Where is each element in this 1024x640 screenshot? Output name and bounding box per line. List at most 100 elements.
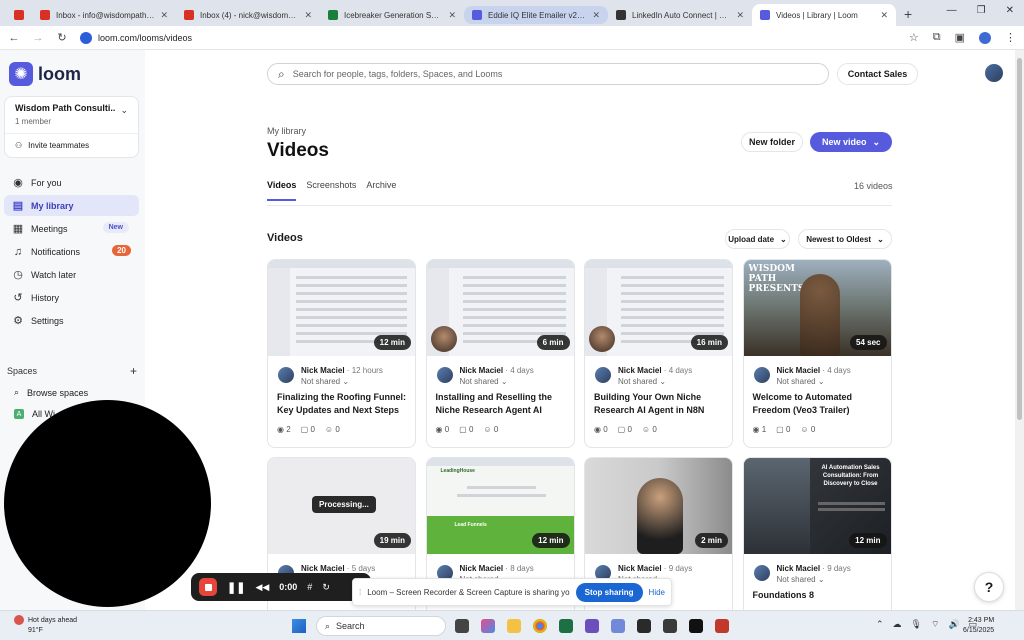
- stop-recording-button[interactable]: [199, 578, 217, 596]
- minimize-icon[interactable]: —: [947, 5, 957, 16]
- sidebar-item-my-library[interactable]: ▤ My library: [4, 195, 139, 216]
- capcut-icon[interactable]: [689, 619, 703, 633]
- wifi-icon[interactable]: ⌔: [931, 619, 939, 630]
- extensions-icon[interactable]: ⧉: [933, 31, 941, 44]
- drag-handle-icon[interactable]: ⁞: [359, 588, 361, 597]
- share-status[interactable]: Not shared ⌄: [460, 377, 508, 386]
- cloud-icon[interactable]: ☁: [893, 619, 902, 630]
- workspace-switcher[interactable]: Wisdom Path Consulti... 1 member ⌄ ⚇ Inv…: [4, 96, 139, 158]
- restart-icon[interactable]: ↻: [322, 582, 330, 593]
- share-status[interactable]: Not shared ⌄: [777, 575, 825, 584]
- hide-link[interactable]: Hide: [649, 588, 665, 597]
- browser-tab[interactable]: LinkedIn Auto Connect | Phant ✕: [608, 4, 752, 26]
- slack-icon[interactable]: [585, 619, 599, 633]
- volume-icon[interactable]: 🔊: [948, 619, 959, 630]
- bookmark-star-icon[interactable]: ☆: [909, 31, 919, 44]
- video-thumbnail[interactable]: AI Automation Sales Consultation: From D…: [743, 458, 891, 554]
- video-card[interactable]: AI Automation Sales Consultation: From D…: [742, 457, 892, 610]
- sort-field-dropdown[interactable]: Upload date ⌄: [725, 229, 790, 249]
- browser-tab[interactable]: Eddie IQ Elite Emailer v2.0 | ✕: [464, 6, 608, 24]
- weather-widget[interactable]: Hot days ahead 91°F: [14, 615, 77, 636]
- clock[interactable]: 2:43 PM 6/15/2025: [963, 616, 994, 636]
- page-scrollbar[interactable]: [1015, 50, 1024, 610]
- browser-tab[interactable]: Videos | Library | Loom ✕: [752, 4, 896, 26]
- search-input[interactable]: ⌕ Search for people, tags, folders, Spac…: [267, 63, 829, 85]
- browser-tab[interactable]: Inbox (4) - nick@wisdompathc ✕: [176, 4, 320, 26]
- browser-profile-icon[interactable]: [979, 31, 991, 44]
- close-tab-icon[interactable]: ✕: [448, 10, 456, 21]
- maximize-icon[interactable]: ❐: [977, 5, 986, 16]
- contact-sales-button[interactable]: Contact Sales: [837, 63, 918, 85]
- chevron-down-icon[interactable]: ⌄: [120, 105, 128, 116]
- camera-bubble[interactable]: [4, 400, 211, 607]
- video-title[interactable]: Welcome to Automated Freedom (Veo3 Trail…: [753, 391, 885, 417]
- video-title[interactable]: Foundations 8: [753, 589, 885, 602]
- video-thumbnail[interactable]: 6 min: [426, 260, 574, 356]
- site-info-icon[interactable]: [80, 31, 92, 44]
- close-tab-icon[interactable]: ✕: [160, 10, 168, 21]
- scrollbar-thumb[interactable]: [1017, 58, 1022, 420]
- video-card[interactable]: 12 min Nick Maciel · 12 hours Not shared ⌄…: [267, 259, 416, 448]
- task-view-icon[interactable]: [455, 619, 469, 633]
- share-status[interactable]: Not shared ⌄: [301, 377, 349, 386]
- sidebar-item-settings[interactable]: ⚙ Settings: [4, 310, 139, 331]
- add-space-icon[interactable]: +: [130, 364, 137, 378]
- loom-logo[interactable]: ✺ loom: [9, 62, 81, 86]
- sidebar-item-history[interactable]: ↺ History: [4, 287, 139, 308]
- video-title[interactable]: Installing and Reselling the Niche Resea…: [436, 391, 568, 417]
- app-icon[interactable]: [715, 619, 729, 633]
- new-folder-button[interactable]: New folder: [741, 132, 803, 152]
- tab-screenshots[interactable]: Screenshots: [306, 180, 356, 201]
- forward-icon[interactable]: →: [32, 32, 44, 44]
- share-status[interactable]: Not shared ⌄: [618, 377, 666, 386]
- browser-menu-icon[interactable]: ⋮: [1005, 31, 1016, 44]
- video-card[interactable]: 16 min Nick Maciel · 4 days Not shared ⌄ Bu…: [584, 259, 733, 448]
- sidebar-item-notifications[interactable]: ♫ Notifications 20: [4, 241, 139, 262]
- tab-archive[interactable]: Archive: [366, 180, 396, 201]
- sidebar-item-watch-later[interactable]: ◷ Watch later: [4, 264, 139, 285]
- close-tab-icon[interactable]: ✕: [880, 10, 888, 21]
- video-card[interactable]: 6 min Nick Maciel · 4 days Not shared ⌄ Ins…: [425, 259, 575, 448]
- microphone-icon[interactable]: 🎙: [911, 619, 922, 630]
- video-thumbnail[interactable]: Processing... 19 min: [268, 458, 415, 554]
- pause-icon[interactable]: ❚❚: [227, 581, 245, 594]
- file-explorer-icon[interactable]: [507, 619, 521, 633]
- back-icon[interactable]: ←: [8, 32, 20, 44]
- url-field[interactable]: loom.com/looms/videos: [80, 31, 897, 44]
- video-thumbnail[interactable]: 16 min: [585, 260, 732, 356]
- new-video-button[interactable]: New video ⌄: [810, 132, 892, 152]
- chevron-up-icon[interactable]: ⌃: [876, 619, 884, 630]
- close-tab-icon[interactable]: ✕: [736, 10, 744, 21]
- app-icon[interactable]: [663, 619, 677, 633]
- video-title[interactable]: Building Your Own Niche Research AI Agen…: [594, 391, 726, 417]
- excel-icon[interactable]: [559, 619, 573, 633]
- user-avatar[interactable]: [985, 64, 1003, 82]
- close-tab-icon[interactable]: ✕: [592, 10, 600, 21]
- video-thumbnail[interactable]: LeadingHouse Lead Funnels 12 min: [426, 458, 574, 554]
- sort-order-dropdown[interactable]: Newest to Oldest ⌄: [798, 229, 892, 249]
- video-title[interactable]: Finalizing the Roofing Funnel: Key Updat…: [277, 391, 409, 417]
- help-button[interactable]: ?: [974, 572, 1004, 602]
- discord-icon[interactable]: [611, 619, 625, 633]
- rewind-icon[interactable]: ◀◀: [255, 582, 269, 593]
- chrome-icon[interactable]: [533, 619, 547, 633]
- grid-icon[interactable]: #: [307, 582, 312, 592]
- video-thumbnail[interactable]: 2 min: [585, 458, 732, 554]
- app-icon[interactable]: [637, 619, 651, 633]
- video-thumbnail[interactable]: WISDOM PATH PRESENTS 54 sec: [743, 260, 891, 356]
- breadcrumb[interactable]: My library: [267, 126, 306, 136]
- video-thumbnail[interactable]: 12 min: [268, 260, 415, 356]
- browse-spaces-item[interactable]: ⌕ Browse spaces: [14, 387, 88, 398]
- share-status[interactable]: Not shared ⌄: [777, 377, 825, 386]
- browser-tab[interactable]: [6, 4, 32, 26]
- new-tab-icon[interactable]: +: [896, 6, 920, 26]
- video-card[interactable]: WISDOM PATH PRESENTS 54 sec Nick Maciel · …: [742, 259, 892, 448]
- invite-teammates-button[interactable]: ⚇ Invite teammates: [15, 141, 89, 150]
- copilot-icon[interactable]: [481, 619, 495, 633]
- tab-videos[interactable]: Videos: [267, 180, 297, 201]
- sidepanel-icon[interactable]: ▣: [955, 31, 965, 44]
- browser-tab[interactable]: Inbox - info@wisdompathconsu ✕: [32, 4, 176, 26]
- reload-icon[interactable]: ↻: [56, 31, 68, 44]
- stop-sharing-button[interactable]: Stop sharing: [575, 582, 643, 602]
- sidebar-item-for-you[interactable]: ◉ For you: [4, 172, 139, 193]
